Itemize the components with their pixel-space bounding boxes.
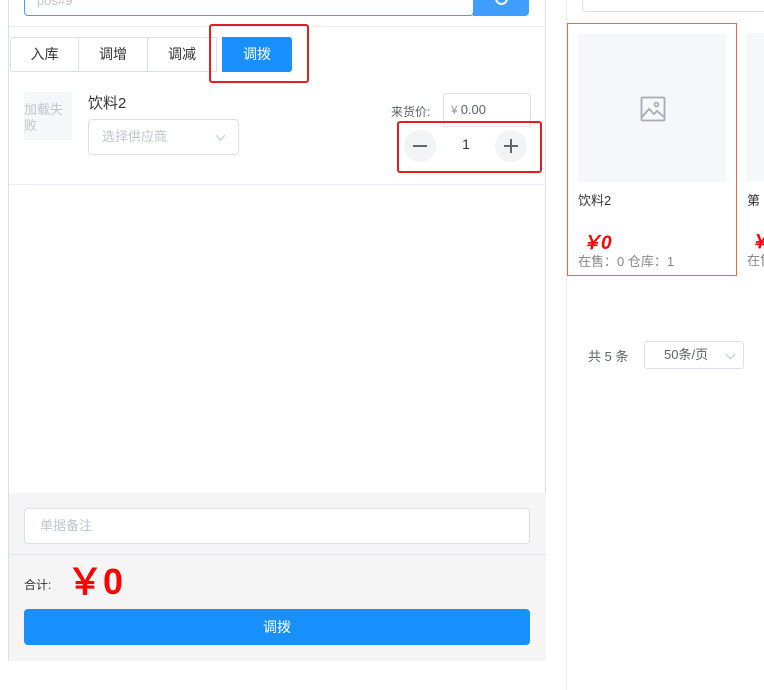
price-value: 0.00 <box>460 102 486 117</box>
image-placeholder-icon <box>640 96 666 122</box>
image-fail-text: 加载失败 <box>24 102 64 133</box>
product-image <box>746 33 764 181</box>
document-footer: 单据备注 合计: ￥0 调拨 <box>9 493 546 661</box>
total-value: ￥0 <box>67 561 124 602</box>
pagination-total: 共 5 条 <box>588 349 629 364</box>
total-label: 合计: <box>24 578 52 592</box>
highlight-box-tab <box>209 24 309 83</box>
highlight-box-stepper <box>397 121 542 173</box>
product-card-stock: 在售：0 仓库：1 <box>578 254 675 269</box>
product-card-name: 饮料2 <box>578 193 612 208</box>
product-thumbnail: 加载失败 <box>24 92 72 140</box>
search-input-text: pos#9 <box>37 0 73 8</box>
product-card[interactable]: 第 ￥ 在售 <box>746 33 764 273</box>
document-panel: pos#9 入库 调增 调减 调拨 加载失败 饮料2 选择供应商 来货价: ¥0… <box>8 0 546 661</box>
divider <box>9 184 546 185</box>
price-label: 来货价: <box>391 105 431 119</box>
search-button[interactable] <box>473 0 529 16</box>
page-size-select[interactable]: 50条/页 <box>644 341 744 369</box>
line-item-name: 饮料2 <box>88 95 127 112</box>
product-image <box>578 34 726 182</box>
product-card[interactable]: 饮料2 ￥0 在售：0 仓库：1 <box>567 23 737 276</box>
search-input[interactable]: pos#9 <box>24 0 474 16</box>
product-search-input[interactable] <box>582 0 764 12</box>
currency-symbol: ¥ <box>451 103 458 117</box>
chevron-down-icon <box>725 349 736 360</box>
tab-adjust-increase[interactable]: 调增 <box>78 37 148 72</box>
supplier-placeholder: 选择供应商 <box>102 129 168 144</box>
remark-input[interactable]: 单据备注 <box>24 508 530 544</box>
tab-stock-in[interactable]: 入库 <box>10 37 79 72</box>
remark-placeholder: 单据备注 <box>40 518 93 533</box>
tab-adjust-decrease[interactable]: 调减 <box>147 37 217 72</box>
transfer-submit-button[interactable]: 调拨 <box>24 609 530 645</box>
page-size-value: 50条/页 <box>664 347 709 362</box>
product-card-stock: 在售 <box>747 253 764 268</box>
chevron-down-icon <box>215 130 226 141</box>
supplier-select[interactable]: 选择供应商 <box>88 119 239 155</box>
product-card-name: 第 <box>747 193 761 208</box>
